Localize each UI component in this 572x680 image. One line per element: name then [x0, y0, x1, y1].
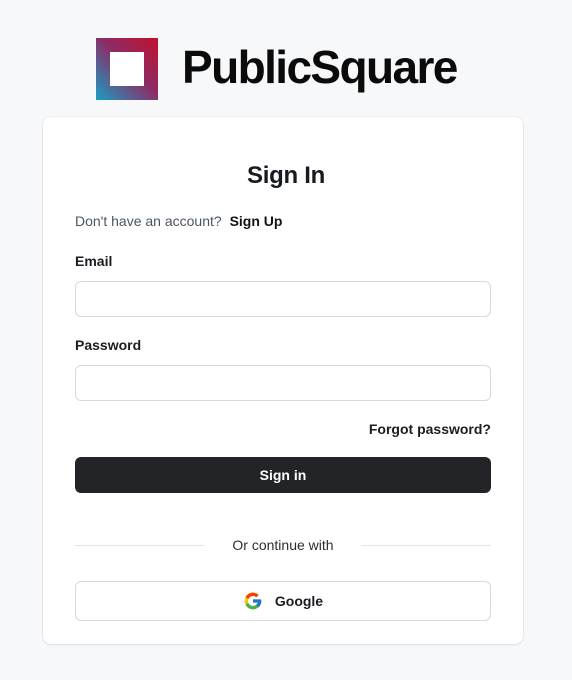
sign-in-button[interactable]: Sign in: [75, 457, 491, 493]
email-label: Email: [75, 253, 113, 269]
forgot-password-link[interactable]: Forgot password?: [369, 420, 491, 438]
google-sign-in-button[interactable]: Google: [75, 581, 491, 621]
password-label: Password: [75, 337, 142, 353]
email-field[interactable]: [75, 281, 491, 317]
page-title: Sign In: [247, 162, 325, 189]
sign-up-link[interactable]: Sign Up: [230, 213, 283, 229]
divider-line-right: [361, 545, 491, 546]
brand-header: PublicSquare: [96, 38, 458, 100]
or-continue-divider: Or continue with: [75, 536, 491, 554]
google-button-label: Google: [274, 593, 324, 609]
google-icon: [243, 591, 263, 611]
signup-prompt-text: Don't have an account?: [75, 213, 222, 229]
square-frame-logo-icon: [96, 38, 158, 100]
brand-wordmark: PublicSquare: [182, 41, 458, 93]
signup-prompt-row: Don't have an account? Sign Up: [75, 212, 282, 230]
password-field[interactable]: [75, 365, 491, 401]
